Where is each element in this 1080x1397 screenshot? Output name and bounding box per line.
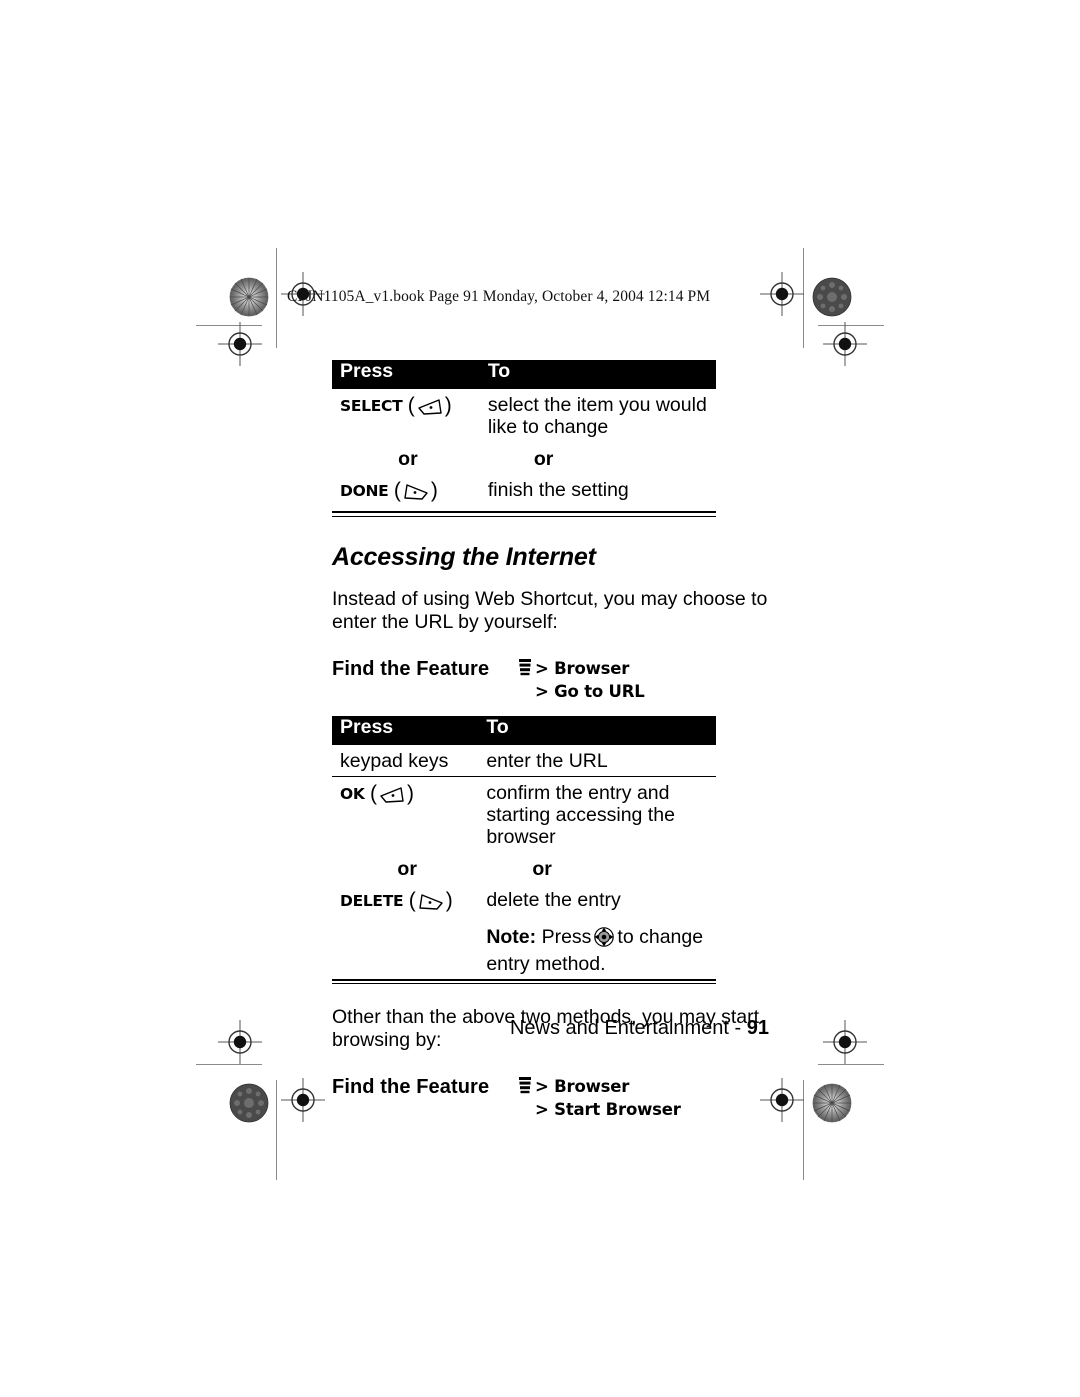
paren-open: ( xyxy=(393,479,401,503)
softkey-label: SELECT xyxy=(340,397,403,415)
table-row: SELECT () select the item you would like… xyxy=(332,389,716,442)
softkey-label: OK xyxy=(340,784,365,803)
menu-icon xyxy=(518,1076,532,1099)
to-cell: select the item you would like to change xyxy=(487,394,707,439)
table-header-row: Press To xyxy=(332,715,716,745)
table-row: OK () confirm the entry and starting acc… xyxy=(332,776,716,852)
table-header-row: Press To xyxy=(332,360,716,389)
press-to-table-2: Press To keypad keys enter the URL OK ()… xyxy=(332,715,716,979)
page-title: Accessing the Internet xyxy=(332,542,596,571)
paren-open: ( xyxy=(407,394,415,417)
find-the-feature-label: Find the Feature xyxy=(332,1076,490,1099)
to-cell: confirm the entry and starting accessing… xyxy=(486,781,675,848)
feature-path: > Browser > Start Browser xyxy=(518,1076,681,1120)
paren-open: ( xyxy=(408,888,416,912)
book-header-line: CFJN1105A_v1.book Page 91 Monday, Octobe… xyxy=(287,288,711,305)
note-text-before: Press xyxy=(541,925,592,948)
table-row: DELETE () delete the entry xyxy=(332,884,716,921)
menu-icon xyxy=(518,658,532,681)
column-header-to: To xyxy=(486,715,509,738)
table-bottom-rule xyxy=(332,511,716,517)
paren-close: ) xyxy=(407,781,415,805)
table-row: keypad keys enter the URL xyxy=(332,745,716,776)
right-softkey-icon xyxy=(416,892,446,917)
note-empty-cell xyxy=(332,921,478,979)
or-to: or xyxy=(532,857,552,880)
softkey-label: DONE xyxy=(340,482,389,501)
table-row-or: or or xyxy=(332,852,716,884)
table-row-note: Note: Press to change entry method. xyxy=(332,921,716,979)
note-cell: Note: Press to change entry method. xyxy=(478,921,716,979)
column-header-press: Press xyxy=(340,360,394,382)
feature-path: > Browser > Go to URL xyxy=(518,658,645,702)
table-bottom-rule xyxy=(332,978,716,985)
table-row-or: or or xyxy=(332,442,716,474)
page-content: Press To SELECT () select the item you w… xyxy=(332,360,792,1130)
paren-close: ) xyxy=(444,394,452,417)
press-cell: DONE () xyxy=(332,474,480,511)
to-cell: finish the setting xyxy=(487,479,629,502)
press-cell: DELETE () xyxy=(332,884,478,921)
press-cell: SELECT () xyxy=(332,389,480,442)
page-footer: News and Entertainment - 91 xyxy=(332,1017,769,1040)
manual-page: CFJN1105A_v1.book Page 91 Monday, Octobe… xyxy=(0,0,1080,1397)
find-the-feature-1: Find the Feature > Browser > Go to URL xyxy=(332,658,792,712)
find-the-feature-2: Find the Feature > Browser > Start Brows… xyxy=(332,1076,792,1130)
paren-close: ) xyxy=(430,479,438,503)
or-press: or xyxy=(397,857,417,880)
or-to: or xyxy=(533,448,554,471)
feature-path-line-2: > Start Browser xyxy=(535,1100,681,1120)
press-to-table-1: Press To SELECT () select the item you w… xyxy=(332,360,716,511)
column-header-press: Press xyxy=(340,715,394,738)
column-header-to: To xyxy=(487,360,511,382)
feature-path-line-2: > Go to URL xyxy=(535,681,645,701)
left-softkey-icon xyxy=(377,785,407,810)
navigation-key-icon xyxy=(593,926,615,953)
feature-path-line-1: > Browser xyxy=(535,658,630,678)
footer-page-number: 91 xyxy=(746,1017,769,1039)
left-softkey-icon xyxy=(415,397,445,422)
paren-close: ) xyxy=(445,888,453,912)
table-row: DONE () finish the setting xyxy=(332,474,716,511)
paren-open: ( xyxy=(370,781,378,805)
to-cell: enter the URL xyxy=(486,749,608,772)
footer-section-name: News and Entertainment - xyxy=(509,1017,747,1039)
find-the-feature-label: Find the Feature xyxy=(332,657,490,680)
or-press: or xyxy=(398,448,418,471)
right-softkey-icon xyxy=(401,482,431,507)
press-cell: OK () xyxy=(332,776,478,852)
press-cell: keypad keys xyxy=(340,749,449,772)
to-cell: delete the entry xyxy=(486,888,621,911)
note-label: Note: xyxy=(486,925,537,948)
softkey-label: DELETE xyxy=(340,891,404,910)
intro-paragraph: Instead of using Web Shortcut, you may c… xyxy=(332,587,768,633)
feature-path-line-1: > Browser xyxy=(535,1077,630,1097)
